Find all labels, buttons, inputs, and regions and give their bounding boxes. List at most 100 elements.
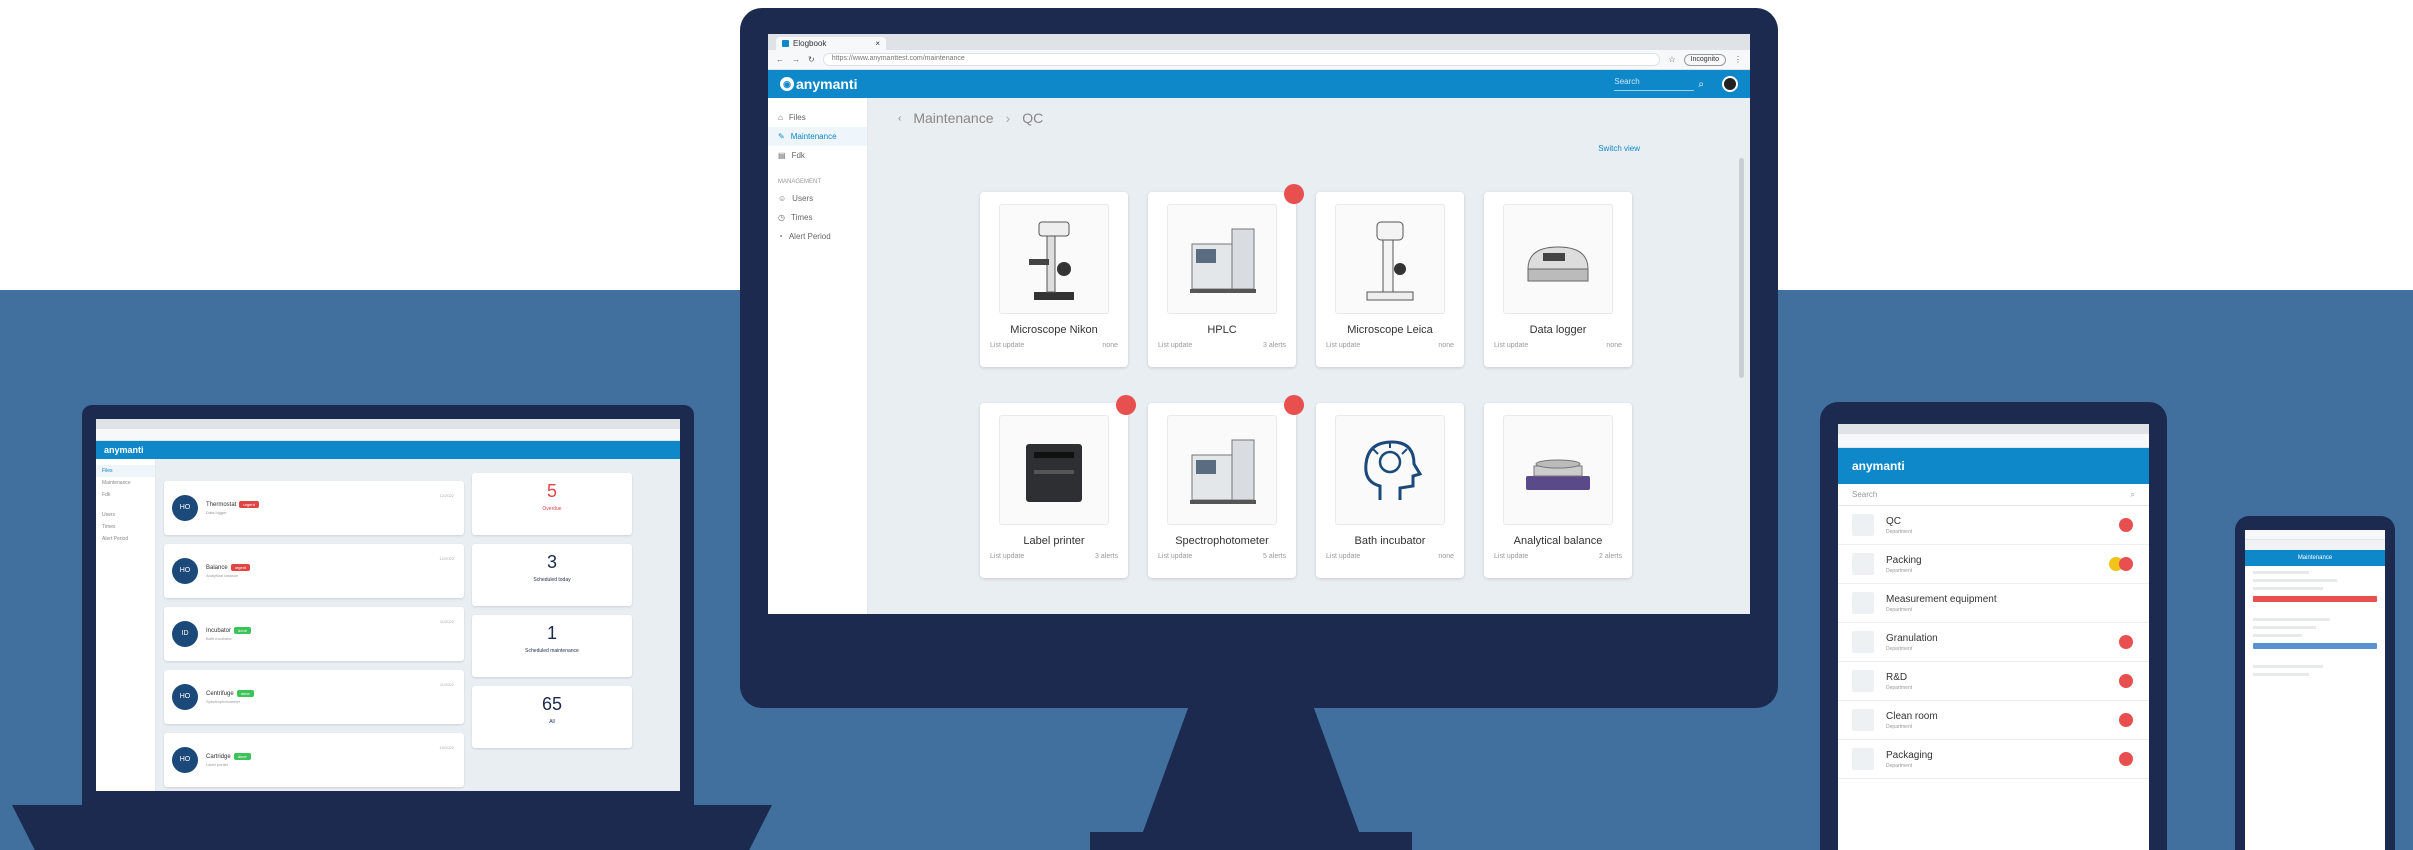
laptop-sidebar-item[interactable]: Alert Period (96, 533, 155, 545)
equipment-alert-count: 3 alerts (1263, 342, 1286, 349)
profile-pill[interactable]: Incognito (1683, 53, 1726, 66)
task-subtitle: Label printer (206, 762, 229, 767)
close-tab-icon[interactable]: × (875, 39, 880, 48)
equipment-card[interactable]: Spectrophotometer List update 5 alerts (1148, 395, 1304, 578)
tablet-search-input[interactable]: Search ⌕ (1838, 484, 2149, 506)
task-subtitle: Spectrophotometer (206, 699, 241, 704)
stat-card[interactable]: 3 Scheduled today (472, 544, 632, 606)
phone-text-line (2253, 626, 2316, 629)
device-mockup-stage: anymanti Files Maintenance Fdk Users Tim… (0, 0, 2413, 850)
equipment-name: HPLC (1207, 324, 1237, 336)
equipment-image (999, 415, 1109, 525)
department-subtitle: Department (1886, 684, 1913, 691)
sidebar-item-label: Alert Period (788, 232, 831, 241)
doc-icon: ▤ (778, 151, 786, 160)
department-row[interactable]: Measurement equipment Department (1838, 584, 2149, 623)
laptop-sidebar-item[interactable]: Files (96, 465, 155, 477)
back-arrow-icon[interactable]: ‹ (898, 113, 901, 124)
back-icon[interactable]: ← (776, 55, 784, 64)
sidebar-item-files[interactable]: ⌂ Files (768, 108, 867, 127)
department-icon (1852, 748, 1874, 770)
department-row[interactable]: Clean room Department (1838, 701, 2149, 740)
alert-badge (1284, 184, 1304, 204)
sidebar-item-fdk[interactable]: ▤ Fdk (768, 146, 867, 165)
equipment-meta: List update none (1326, 342, 1454, 349)
equipment-alert-count: 3 alerts (1095, 553, 1118, 560)
department-subtitle: Department (1886, 567, 1913, 574)
task-row[interactable]: HO Cartridge done Label printer 10/2022 (164, 733, 464, 787)
laptop-main: HO Thermostat urgent Data logger 12/2022 HO Ba… (156, 459, 680, 791)
sidebar-item-alert-period[interactable]: ◔ Alert Period (768, 227, 867, 246)
department-name: Packing (1886, 554, 1922, 566)
equipment-card[interactable]: HPLC List update 3 alerts (1148, 184, 1304, 367)
task-row[interactable]: ID Incubator done Bath incubator 11/2022 (164, 607, 464, 661)
equipment-meta: List update none (990, 342, 1118, 349)
stat-number: 5 (546, 481, 557, 501)
reload-icon[interactable]: ↻ (808, 55, 815, 64)
task-name: Centrifuge (206, 691, 234, 697)
equipment-card[interactable]: Microscope Leica List update none (1316, 192, 1464, 367)
phone-progress-bar[interactable] (2253, 643, 2377, 649)
laptop-sidebar-item[interactable]: Maintenance (96, 477, 155, 489)
equipment-card[interactable]: Data logger List update none (1484, 192, 1632, 367)
address-bar[interactable]: https://www.anymanttest.com/maintenance (822, 53, 1661, 66)
department-row[interactable]: QC Department (1838, 506, 2149, 545)
user-avatar[interactable] (1722, 76, 1738, 92)
browser-tab[interactable]: Elogbook × (776, 37, 886, 50)
task-initials-avatar: ID (172, 621, 198, 647)
department-row[interactable]: Packing Department (1838, 545, 2149, 584)
equipment-image (999, 204, 1109, 314)
search-icon[interactable]: ⌕ (1698, 79, 1704, 90)
stat-card[interactable]: 1 Scheduled maintenance (472, 615, 632, 677)
browser-tab-title: Elogbook (793, 39, 827, 48)
sidebar-item-times[interactable]: ◷ Times (768, 208, 867, 227)
task-subtitle: Analytical balance (206, 573, 239, 578)
department-name: Packaging (1886, 749, 1933, 761)
department-row[interactable]: R&D Department (1838, 662, 2149, 701)
equipment-card[interactable]: Microscope Nikon List update none (980, 192, 1128, 367)
task-name: Balance (206, 565, 228, 571)
stat-card[interactable]: 5 Overdue (472, 473, 632, 535)
task-date: 10/2022 (439, 745, 454, 750)
task-row[interactable]: HO Centrifuge done Spectrophotometer 11/2022 (164, 670, 464, 724)
tablet-logo[interactable]: anymanti (1852, 459, 1905, 473)
department-row[interactable]: Packaging Department (1838, 740, 2149, 779)
laptop-sidebar-item[interactable]: Fdk (96, 489, 155, 501)
equipment-card[interactable]: Label printer List update 3 alerts (980, 395, 1136, 578)
header-search-input[interactable]: Search (1614, 77, 1695, 91)
sidebar-item-maintenance[interactable]: ✎ Maintenance (768, 127, 867, 146)
task-initials-avatar: HO (172, 558, 198, 584)
laptop-logo[interactable]: anymanti (104, 445, 144, 455)
stat-card[interactable]: 65 All (472, 686, 632, 748)
equipment-meta: List update 3 alerts (1158, 342, 1286, 349)
alert-badge (2119, 518, 2133, 532)
menu-icon[interactable]: ⋮ (1734, 55, 1742, 64)
department-name: Granulation (1886, 632, 1938, 644)
sidebar-item-users[interactable]: ☺ Users (768, 189, 867, 208)
scrollbar[interactable] (1739, 158, 1744, 378)
equipment-alert-count: 2 alerts (1599, 553, 1622, 560)
equipment-meta: List update none (1326, 553, 1454, 560)
department-row[interactable]: Granulation Department (1838, 623, 2149, 662)
task-row[interactable]: HO Balance urgent Analytical balance 12/2022 (164, 544, 464, 598)
switch-view-link[interactable]: Switch view (1598, 144, 1640, 153)
task-row[interactable]: HO Thermostat urgent Data logger 12/2022 (164, 481, 464, 535)
department-name: R&D (1886, 671, 1908, 683)
phone-address-bar[interactable] (2245, 540, 2385, 550)
equipment-alert-count: none (1606, 342, 1622, 349)
breadcrumb-root[interactable]: Maintenance (913, 110, 993, 126)
department-icon (1852, 592, 1874, 614)
equipment-card[interactable]: Bath incubator List update none (1316, 403, 1464, 578)
star-icon[interactable]: ☆ (1668, 55, 1675, 64)
laptop-sidebar-item[interactable]: Users (96, 509, 155, 521)
equipment-card[interactable]: Analytical balance List update 2 alerts (1484, 403, 1632, 578)
laptop-sidebar-item[interactable]: Times (96, 521, 155, 533)
search-icon[interactable]: ⌕ (2131, 490, 2135, 499)
forward-icon[interactable]: → (792, 55, 800, 64)
app-logo[interactable]: ◉ anymanti (780, 76, 857, 92)
phone-alert-bar[interactable] (2253, 596, 2377, 602)
department-icon (1852, 631, 1874, 653)
clock-icon: ◷ (778, 213, 785, 222)
phone-text-line (2253, 587, 2323, 590)
monitor-stand-foot (1090, 832, 1412, 850)
